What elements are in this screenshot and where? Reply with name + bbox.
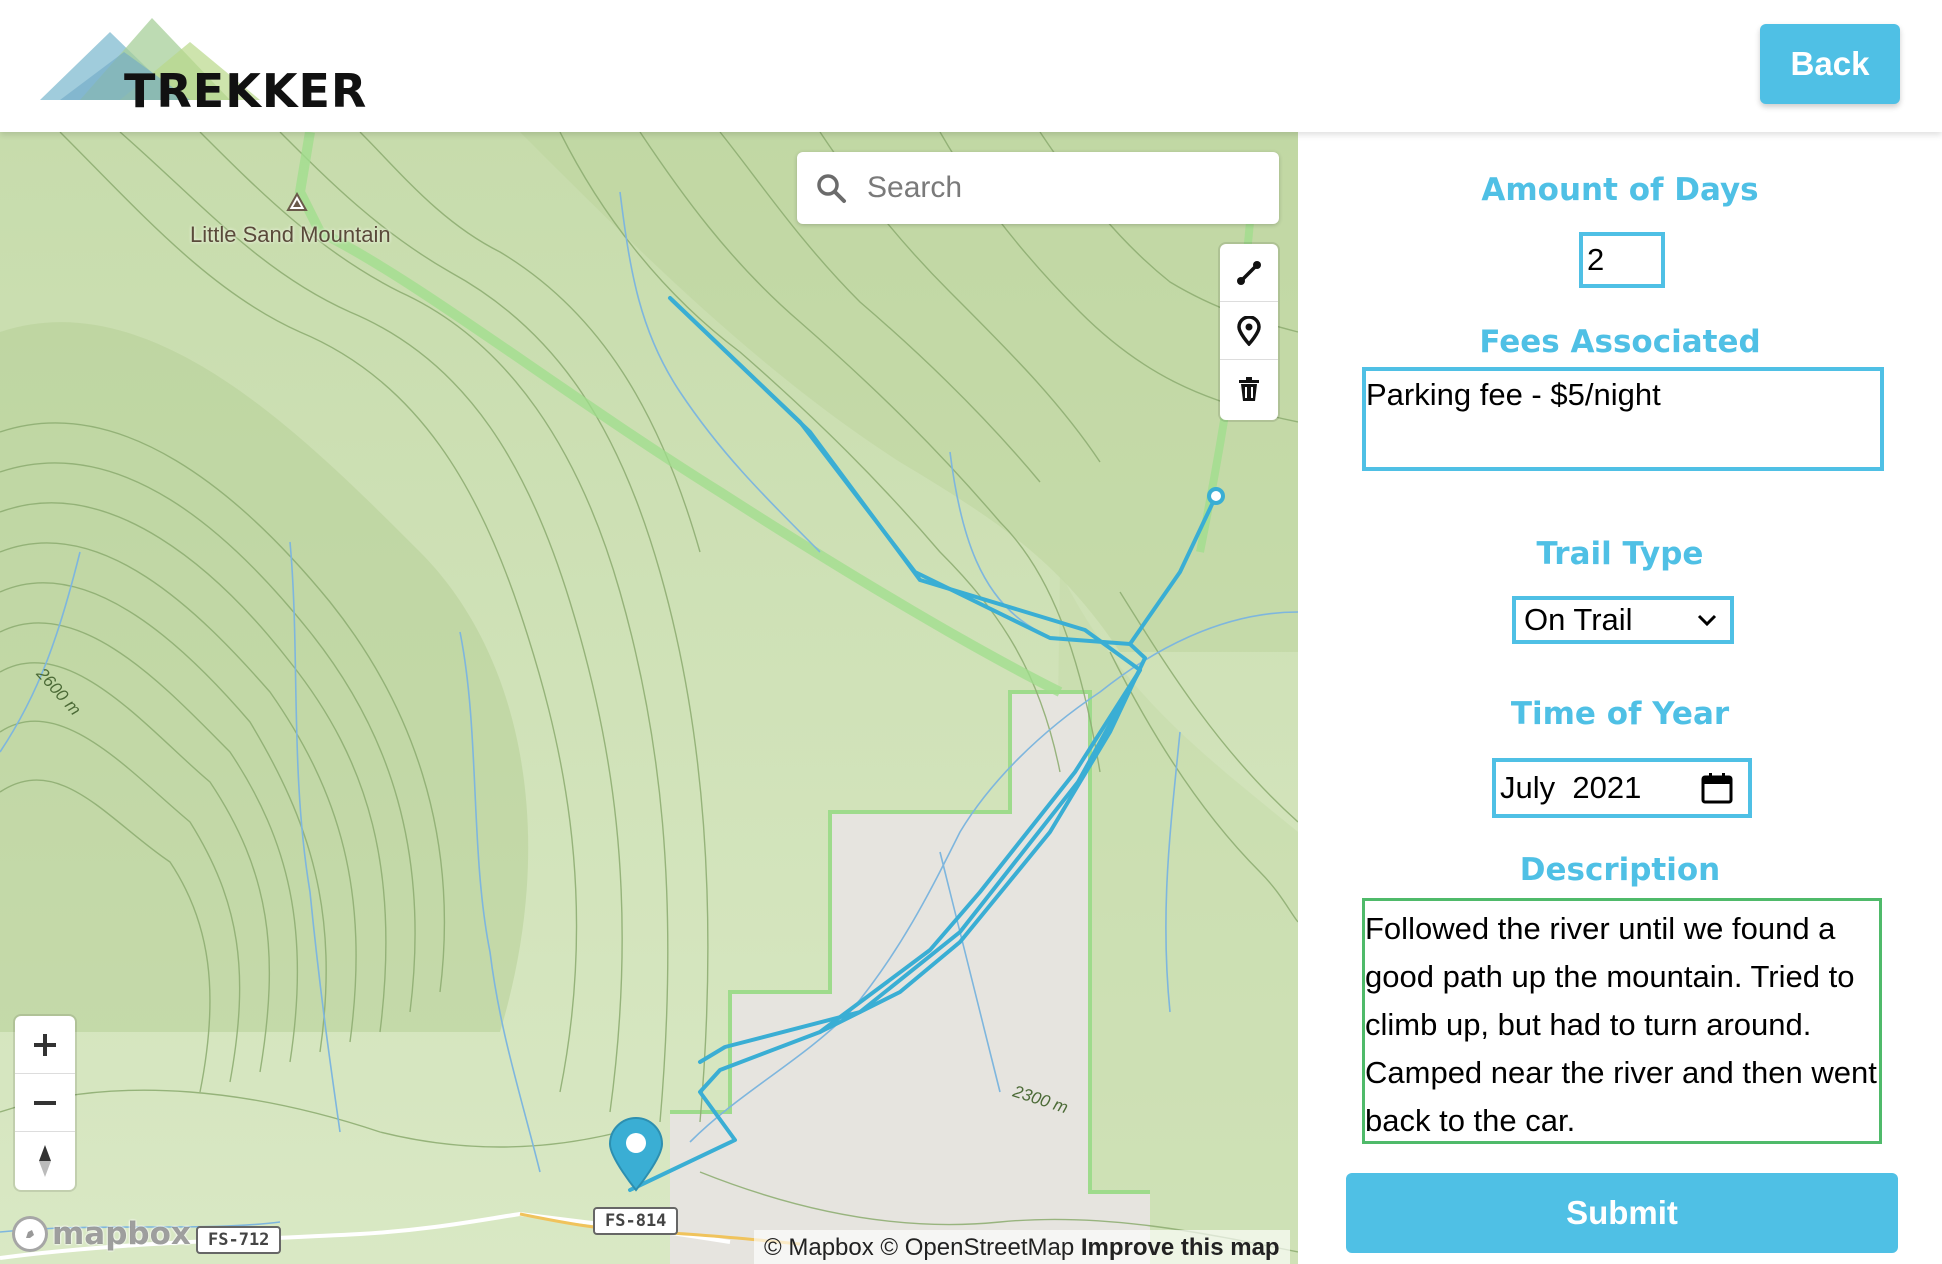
app-header: TREKKER Back [0, 0, 1942, 132]
map-marker-icon[interactable] [608, 1116, 664, 1192]
time-of-year-value: July 2021 [1500, 770, 1641, 806]
attribution-mapbox-link[interactable]: © Mapbox [764, 1234, 874, 1261]
mapbox-wordmark: mapbox [52, 1216, 191, 1252]
trail-type-select[interactable]: On Trail [1512, 596, 1734, 644]
draw-trash-button[interactable] [1220, 360, 1278, 418]
zoom-in-icon [34, 1033, 56, 1056]
road-shield-fs712: FS-712 [196, 1226, 282, 1254]
time-of-year-input[interactable]: July 2021 [1492, 758, 1752, 818]
road-shield-fs814: FS-814 [593, 1207, 679, 1235]
mapbox-logo[interactable]: mapbox [12, 1214, 191, 1254]
peak-label: Little Sand Mountain [190, 222, 391, 247]
month-value: July [1500, 770, 1556, 805]
draw-toolbar [1220, 244, 1278, 420]
search-icon [817, 174, 846, 203]
days-label: Amount of Days [1481, 172, 1759, 208]
fees-label: Fees Associated [1479, 324, 1761, 360]
description-textarea[interactable]: Followed the river until we found a good… [1362, 898, 1882, 1144]
chevron-down-icon [1697, 614, 1717, 627]
trekker-logo[interactable]: TREKKER [40, 12, 366, 122]
draw-line-button[interactable] [1220, 244, 1278, 302]
trail-type-value: On Trail [1524, 602, 1633, 637]
submit-button[interactable]: Submit [1346, 1173, 1898, 1253]
logo-text: TREKKER [124, 64, 368, 118]
trip-form-panel: Amount of Days Fees Associated Parking f… [1298, 132, 1942, 1264]
line-tool-icon [1237, 260, 1261, 285]
compass-icon [39, 1145, 51, 1177]
year-value: 2021 [1572, 770, 1642, 805]
description-label: Description [1519, 852, 1721, 888]
map-search-box[interactable] [797, 152, 1279, 224]
trail-type-label: Trail Type [1536, 536, 1704, 572]
zoom-out-button[interactable] [15, 1074, 75, 1132]
time-of-year-label: Time of Year [1510, 696, 1730, 732]
draw-point-button[interactable] [1220, 302, 1278, 360]
days-input[interactable] [1579, 232, 1665, 288]
peak-triangle-icon [286, 192, 308, 211]
trash-icon [1239, 377, 1259, 401]
topo-map [0, 132, 1298, 1264]
map-canvas[interactable]: Little Sand Mountain 2600 m 2300 m FS-71… [0, 132, 1298, 1264]
map-attribution: © Mapbox © OpenStreetMap Improve this ma… [754, 1230, 1290, 1264]
zoom-out-icon [34, 1100, 56, 1105]
point-tool-icon [1237, 315, 1261, 346]
improve-map-link[interactable]: Improve this map [1081, 1234, 1280, 1261]
back-button[interactable]: Back [1760, 24, 1900, 104]
compass-button[interactable] [15, 1132, 75, 1190]
zoom-controls [15, 1016, 75, 1190]
mapbox-circle-icon [12, 1216, 48, 1252]
calendar-icon[interactable] [1700, 771, 1734, 805]
attribution-osm-link[interactable]: © OpenStreetMap [880, 1234, 1074, 1261]
search-input[interactable] [867, 171, 1247, 205]
zoom-in-button[interactable] [15, 1016, 75, 1074]
fees-input[interactable]: Parking fee - $5/night [1362, 367, 1884, 471]
